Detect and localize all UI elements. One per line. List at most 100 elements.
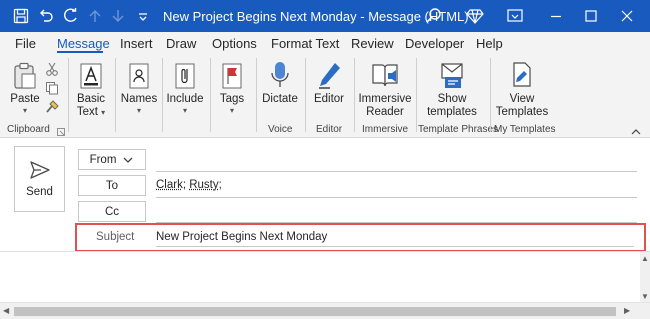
- recipient-name[interactable]: Rusty: [189, 179, 218, 191]
- flag-icon: [220, 60, 244, 90]
- chevron-down-icon: ▾: [101, 108, 106, 117]
- address-book-icon: [127, 60, 151, 90]
- ribbon-separator: [416, 58, 417, 132]
- show-templates-label-2: templates: [427, 106, 477, 118]
- tab-file[interactable]: File: [15, 36, 36, 51]
- template-icon: [439, 60, 465, 90]
- horizontal-scrollbar[interactable]: ◀ ▶: [0, 302, 650, 319]
- down-arrow-icon[interactable]: [108, 6, 128, 26]
- immersive-reader-icon: [371, 60, 399, 90]
- immersive-reader-button[interactable]: Immersive Reader: [357, 60, 413, 119]
- clipboard-icon: [13, 60, 37, 90]
- to-label: To: [105, 179, 119, 192]
- group-label-clipboard: Clipboard: [7, 124, 50, 135]
- collapse-ribbon-icon[interactable]: [631, 125, 641, 139]
- editor-button[interactable]: Editor: [309, 60, 349, 106]
- scroll-up-icon[interactable]: ▲: [641, 254, 649, 263]
- to-field[interactable]: Clark; Rusty;: [156, 179, 222, 191]
- customize-qat-icon[interactable]: [133, 6, 153, 26]
- recipient-name[interactable]: Clark: [156, 179, 183, 191]
- scroll-left-icon[interactable]: ◀: [3, 306, 9, 315]
- scroll-down-icon[interactable]: ▼: [641, 292, 649, 301]
- chevron-down-icon: ▾: [136, 106, 141, 115]
- format-painter-icon[interactable]: [45, 100, 59, 117]
- ribbon-separator: [490, 58, 491, 132]
- tab-developer[interactable]: Developer: [405, 36, 464, 51]
- ribbon-separator: [210, 58, 211, 132]
- paperclip-icon: [173, 60, 197, 90]
- tab-format-text[interactable]: Format Text: [271, 36, 339, 51]
- send-icon: [29, 161, 50, 179]
- copy-icon[interactable]: [45, 81, 59, 98]
- group-label-editor: Editor: [316, 124, 343, 135]
- from-label: From: [89, 153, 117, 166]
- window-title: New Project Begins Next Monday - Message…: [163, 9, 469, 24]
- tab-draw[interactable]: Draw: [166, 36, 196, 51]
- to-button[interactable]: To: [78, 175, 146, 196]
- basic-text-button[interactable]: Basic Text ▾: [73, 60, 109, 119]
- chevron-down-icon: ▾: [22, 106, 27, 115]
- restore-icon[interactable]: [505, 6, 525, 26]
- chevron-down-icon: ▾: [229, 106, 234, 115]
- from-field-underline: [156, 171, 637, 172]
- title-bar: New Project Begins Next Monday - Message…: [0, 0, 650, 32]
- vertical-scrollbar[interactable]: ▲ ▼: [640, 252, 650, 302]
- redo-icon[interactable]: [61, 6, 81, 26]
- ribbon: Paste ▾ Clipboard Basic Text ▾ Names ▾ I: [0, 54, 650, 138]
- tab-help[interactable]: Help: [476, 36, 503, 51]
- from-button[interactable]: From: [78, 149, 146, 170]
- font-icon: [79, 60, 103, 90]
- names-button[interactable]: Names ▾: [119, 60, 159, 115]
- microphone-icon: [269, 60, 291, 90]
- scrollbar-thumb[interactable]: [14, 307, 616, 316]
- dialog-launcher-icon[interactable]: [57, 125, 65, 139]
- tags-button[interactable]: Tags ▾: [214, 60, 250, 115]
- undo-icon[interactable]: [36, 6, 56, 26]
- names-label: Names: [120, 93, 158, 105]
- include-button[interactable]: Include ▾: [165, 60, 205, 115]
- send-button[interactable]: Send: [14, 146, 65, 212]
- tab-insert[interactable]: Insert: [120, 36, 153, 51]
- ribbon-separator: [162, 58, 163, 132]
- maximize-icon[interactable]: [581, 6, 601, 26]
- view-templates-label-1: View: [509, 93, 535, 105]
- tab-message[interactable]: Message: [57, 36, 110, 51]
- basic-text-label-2: Text ▾: [77, 106, 105, 119]
- send-label: Send: [26, 186, 53, 198]
- cc-label: Cc: [104, 205, 120, 218]
- header-divider: [0, 251, 650, 252]
- tab-review[interactable]: Review: [351, 36, 394, 51]
- cc-button[interactable]: Cc: [78, 201, 146, 222]
- diamond-icon[interactable]: [465, 6, 485, 26]
- up-arrow-icon[interactable]: [85, 6, 105, 26]
- dictate-button[interactable]: Dictate: [259, 60, 301, 106]
- ribbon-separator: [68, 58, 69, 132]
- cut-icon[interactable]: [45, 62, 59, 79]
- pen-icon: [316, 60, 342, 90]
- recipient-separator: ;: [218, 179, 222, 191]
- include-label: Include: [166, 93, 204, 105]
- immersive-reader-label-2: Reader: [366, 106, 404, 118]
- view-templates-icon: [510, 60, 534, 90]
- show-templates-button[interactable]: Show templates: [420, 60, 484, 119]
- group-label-voice: Voice: [268, 124, 293, 135]
- dictate-label: Dictate: [262, 93, 298, 105]
- basic-text-label-2-text: Text: [76, 106, 98, 118]
- save-icon[interactable]: [11, 6, 31, 26]
- chevron-down-icon: [123, 157, 133, 163]
- minimize-icon[interactable]: [546, 6, 566, 26]
- view-templates-button[interactable]: View Templates: [494, 60, 550, 119]
- paste-label: Paste: [10, 93, 40, 105]
- subject-input[interactable]: New Project Begins Next Monday: [156, 231, 327, 243]
- tab-options[interactable]: Options: [212, 36, 257, 51]
- chevron-down-icon: ▾: [182, 106, 187, 115]
- paste-button[interactable]: Paste ▾: [9, 60, 41, 115]
- subject-label: Subject: [96, 231, 135, 243]
- group-label-my-templates: My Templates: [494, 124, 556, 135]
- search-icon[interactable]: [424, 6, 444, 26]
- scroll-right-icon[interactable]: ▶: [624, 306, 630, 315]
- immersive-reader-label-1: Immersive: [358, 93, 412, 105]
- basic-text-label-1: Basic: [76, 93, 106, 105]
- close-icon[interactable]: [617, 6, 637, 26]
- editor-label: Editor: [313, 93, 345, 105]
